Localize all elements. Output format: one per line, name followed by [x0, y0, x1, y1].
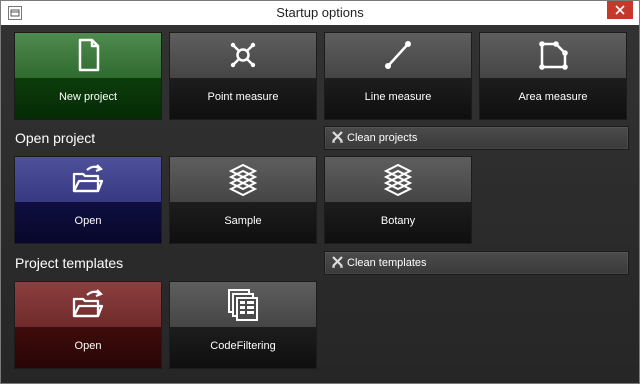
point-measure-icon: [230, 42, 256, 68]
title-bar: Startup options: [1, 1, 639, 25]
clean-templates-button[interactable]: Clean templates: [324, 251, 629, 275]
open-project-heading: Open project: [15, 130, 96, 146]
new-document-icon: [78, 38, 100, 72]
startup-options-window: Startup options New project Point measur…: [0, 0, 640, 384]
area-measure-icon: [539, 41, 568, 70]
clean-templates-label: Clean templates: [347, 257, 427, 269]
line-measure-tile[interactable]: Line measure: [324, 32, 472, 120]
close-icon: [615, 5, 625, 15]
open-folder-icon: [72, 164, 104, 193]
tile-label: Botany: [380, 215, 416, 227]
template-documents-icon: [228, 289, 258, 321]
open-template-tile[interactable]: Open: [14, 281, 162, 369]
tile-label: Line measure: [364, 91, 432, 103]
sample-project-tile[interactable]: Sample: [169, 156, 317, 244]
window-title: Startup options: [276, 5, 364, 20]
open-project-tile[interactable]: Open: [14, 156, 162, 244]
botany-project-tile[interactable]: Botany: [324, 156, 472, 244]
area-measure-tile[interactable]: Area measure: [479, 32, 627, 120]
clean-icon: [332, 256, 343, 268]
close-button[interactable]: [607, 1, 633, 19]
tile-label: Point measure: [207, 91, 279, 103]
line-measure-icon: [385, 41, 411, 69]
content-area: New project Point measure Line measure A…: [1, 25, 639, 383]
layers-icon: [228, 163, 258, 197]
clean-projects-label: Clean projects: [347, 132, 418, 144]
tile-label: Area measure: [518, 91, 588, 103]
codefiltering-template-tile[interactable]: CodeFiltering: [169, 281, 317, 369]
tile-label: Open: [74, 215, 102, 227]
clean-icon: [332, 131, 343, 143]
tile-label: Sample: [224, 215, 262, 227]
open-folder-icon: [72, 289, 104, 318]
layers-icon: [383, 163, 413, 197]
tile-label: CodeFiltering: [210, 340, 276, 352]
new-project-tile[interactable]: New project: [14, 32, 162, 120]
tile-label: Open: [74, 340, 102, 352]
clean-projects-button[interactable]: Clean projects: [324, 126, 629, 150]
project-templates-heading: Project templates: [15, 255, 124, 271]
tile-label: New project: [58, 91, 118, 103]
point-measure-tile[interactable]: Point measure: [169, 32, 317, 120]
